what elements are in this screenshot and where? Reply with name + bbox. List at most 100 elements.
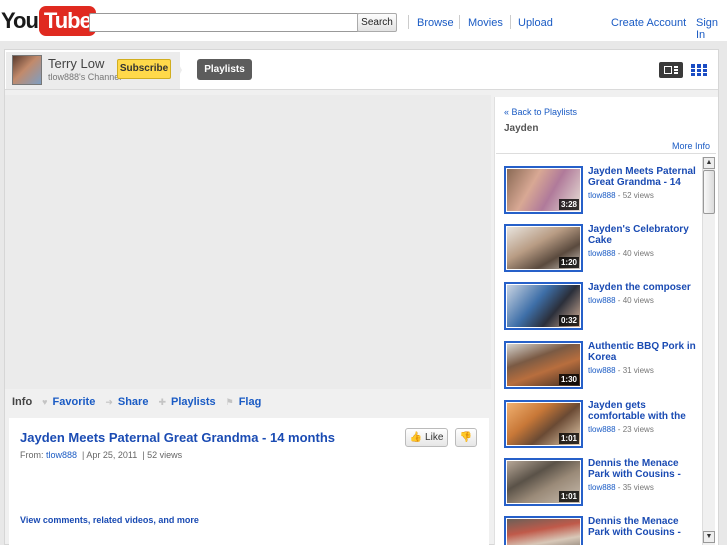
playlist-item-title[interactable]: Dennis the Menace Park with Cousins - (588, 516, 700, 538)
playlist-item-meta: tlow888 - 40 views (588, 249, 654, 258)
youtube-logo[interactable]: You Tube (1, 6, 96, 36)
playlist-scrollbar[interactable] (702, 157, 715, 545)
like-button[interactable]: 👍 Like (405, 428, 448, 447)
playlist-item[interactable]: 1:01 Dennis the Menace Park with Cousins… (504, 458, 700, 510)
nav-browse[interactable]: Browse (417, 17, 454, 29)
playlist-item[interactable]: 1:01 Jayden gets comfortable with the tl… (504, 400, 700, 452)
playlist-item-title[interactable]: Jayden's Celebratory Cake (588, 224, 700, 246)
uploader-link[interactable]: tlow888 (588, 249, 616, 258)
view-count: 52 views (622, 191, 654, 200)
duration-badge: 0:32 (558, 315, 579, 326)
playlists-label: Playlists (170, 396, 216, 408)
view-count: 40 views (622, 296, 654, 305)
duration-badge: 1:01 (558, 491, 579, 502)
video-meta: From: tlow888 | Apr 25, 2011 | 52 views (20, 450, 183, 460)
nav-movies[interactable]: Movies (468, 17, 503, 29)
share-button[interactable]: ➜ Share (105, 396, 148, 408)
uploader-link[interactable]: tlow888 (588, 483, 616, 492)
channel-subtitle: tlow888's Channel (48, 72, 122, 82)
create-account-link[interactable]: Create Account (611, 17, 686, 29)
logo-tube-text: Tube (38, 6, 96, 36)
dislike-button[interactable]: 👎 (455, 428, 477, 447)
search-button[interactable]: Search (357, 13, 397, 32)
scrollbar-thumb[interactable] (703, 170, 715, 214)
playlist-item[interactable]: 3:28 Jayden Meets Paternal Great Grandma… (504, 166, 700, 218)
search-input[interactable] (89, 13, 359, 32)
playlist-item-meta: tlow888 - 23 views (588, 425, 654, 434)
playlist-item-title[interactable]: Jayden gets comfortable with the (588, 400, 700, 422)
player-view-icon (664, 66, 672, 74)
nav-upload[interactable]: Upload (518, 17, 553, 29)
view-count: 31 views (622, 366, 654, 375)
channel-avatar[interactable] (12, 55, 42, 85)
like-label: Like (425, 432, 444, 443)
flag-button[interactable]: ⚑ Flag (226, 396, 262, 408)
player-view-lines-icon (674, 66, 678, 74)
duration-badge: 1:01 (558, 433, 579, 444)
playlist-item-meta: tlow888 - 52 views (588, 191, 654, 200)
flag-label: Flag (238, 396, 262, 408)
uploader-link[interactable]: tlow888 (46, 450, 77, 460)
playlist-item-title[interactable]: Jayden Meets Paternal Great Grandma - 14 (588, 166, 700, 188)
more-info-link[interactable]: More Info (672, 141, 710, 151)
playlist-item-meta: tlow888 - 35 views (588, 483, 654, 492)
view-count: 23 views (622, 425, 654, 434)
video-thumbnail[interactable]: 1:01 (504, 458, 583, 506)
plus-icon: ✚ (158, 396, 166, 407)
duration-badge: 1:20 (558, 257, 579, 268)
duration-badge: 3:28 (558, 199, 579, 210)
tab-info-label: Info (12, 396, 33, 408)
playlist-item-meta: tlow888 - 31 views (588, 366, 654, 375)
playlist-item-meta: tlow888 - 40 views (588, 296, 654, 305)
video-player[interactable] (5, 95, 491, 389)
thumbs-down-icon: 👎 (459, 432, 473, 443)
playlist-name: Jayden (504, 123, 539, 134)
flag-icon: ⚑ (225, 396, 234, 407)
channel-identity-arrow (172, 52, 182, 89)
playlist-item-title[interactable]: Dennis the Menace Park with Cousins - (588, 458, 700, 480)
sign-in-link[interactable]: Sign In (696, 17, 727, 41)
video-thumbnail[interactable]: 3:28 (504, 166, 583, 214)
playlist-item[interactable]: 0:32 Jayden the composer tlow888 - 40 vi… (504, 282, 700, 334)
playlist-item-title[interactable]: Authentic BBQ Pork in Korea (588, 341, 700, 363)
uploader-link[interactable]: tlow888 (588, 425, 616, 434)
video-title: Jayden Meets Paternal Great Grandma - 14… (20, 430, 335, 445)
channel-name[interactable]: Terry Low (48, 56, 104, 71)
playlist-item[interactable]: Dennis the Menace Park with Cousins - (504, 516, 700, 545)
video-thumbnail[interactable]: 1:30 (504, 341, 583, 389)
video-thumbnail[interactable]: 0:32 (504, 282, 583, 330)
playlist-item[interactable]: 1:20 Jayden's Celebratory Cake tlow888 -… (504, 224, 700, 276)
thumbs-up-icon: 👍 (409, 432, 423, 443)
tab-info[interactable]: Info (12, 396, 32, 408)
video-thumbnail[interactable] (504, 516, 583, 545)
back-to-playlists-link[interactable]: « Back to Playlists (504, 107, 577, 117)
playlist-item[interactable]: 1:30 Authentic BBQ Pork in Korea tlow888… (504, 341, 700, 393)
player-view-button[interactable] (659, 62, 683, 78)
nav-divider (510, 15, 511, 29)
nav-divider (459, 15, 460, 29)
favorite-button[interactable]: ♥ Favorite (42, 396, 95, 408)
share-arrow-icon: ➜ (105, 396, 113, 407)
view-comments-link[interactable]: View comments, related videos, and more (20, 515, 199, 525)
uploader-link[interactable]: tlow888 (588, 296, 616, 305)
grid-view-button[interactable] (691, 64, 707, 76)
nav-divider (408, 15, 409, 29)
heart-icon: ♥ (42, 397, 48, 407)
add-to-playlist-button[interactable]: ✚ Playlists (158, 396, 215, 408)
view-count: 40 views (622, 249, 654, 258)
video-thumbnail[interactable]: 1:20 (504, 224, 583, 272)
uploader-link[interactable]: tlow888 (588, 366, 616, 375)
upload-date: Apr 25, 2011 (86, 450, 138, 460)
tab-playlists[interactable]: Playlists (197, 59, 252, 80)
video-thumbnail[interactable]: 1:01 (504, 400, 583, 448)
view-count: 35 views (622, 483, 654, 492)
favorite-label: Favorite (52, 396, 96, 408)
from-label: From: (20, 450, 44, 460)
video-action-bar: Info ♥ Favorite ➜ Share ✚ Playlists ⚑ Flag (12, 394, 271, 410)
logo-you-text: You (1, 8, 39, 33)
scroll-down-arrow-icon[interactable]: ▼ (703, 531, 715, 543)
playlist-item-title[interactable]: Jayden the composer (588, 282, 700, 293)
scroll-up-arrow-icon[interactable]: ▲ (703, 157, 715, 169)
subscribe-button[interactable]: Subscribe (117, 59, 171, 79)
uploader-link[interactable]: tlow888 (588, 191, 616, 200)
